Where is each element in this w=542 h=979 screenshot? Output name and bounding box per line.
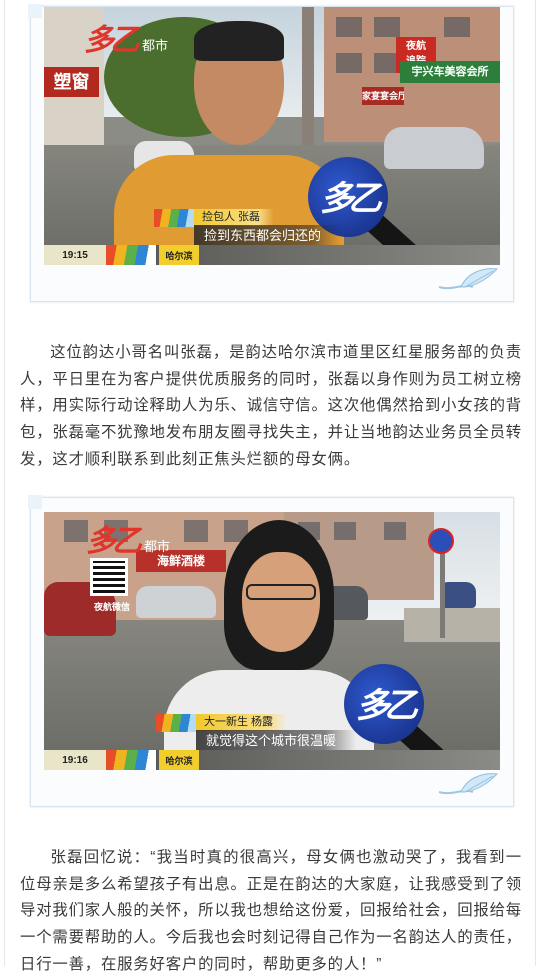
card-corner xyxy=(28,495,42,509)
channel-logo: 多乙 都市 xyxy=(86,516,170,560)
parked-car xyxy=(384,127,484,169)
page-border-left xyxy=(4,0,5,966)
qr-code-icon xyxy=(90,558,128,596)
news-photo-interview-yang-lu: 海鲜酒楼 多乙 都市 夜航微信 多乙 大一新生 杨露 就觉得这个城市很温暖 19:… xyxy=(44,512,500,770)
paragraph-1-text: 这位韵达小哥名叫张磊，是韵达哈尔滨市道里区红星服务部的负责人，平日里在为客户提供… xyxy=(20,344,522,468)
street-sign: 宇兴车美容会所 xyxy=(400,61,500,83)
channel-logo-sub: 都市 xyxy=(144,539,171,554)
card-corner xyxy=(28,4,42,18)
news-photo-interview-zhang-lei: 夜航 追踪 宇兴车美容会所 家宴宴会厅 塑窗 多乙都市 多乙 捡包人 张磊 捡到… xyxy=(44,7,500,265)
ticker-location: 哈尔滨 xyxy=(159,750,199,770)
ticker-stripes xyxy=(106,245,156,265)
paragraph-intro-zhang-lei: 这位韵达小哥名叫张磊，是韵达哈尔滨市道里区红星服务部的负责人，平日里在为客户提供… xyxy=(20,340,522,474)
channel-logo-mark: 多乙 xyxy=(86,524,142,559)
qr-label: 夜航微信 xyxy=(93,602,130,612)
feather-icon xyxy=(438,268,499,290)
caption-stripe-icon xyxy=(156,714,196,732)
page-border-right xyxy=(535,0,536,966)
ticker-time: 19:16 xyxy=(44,750,106,770)
shop-sign: 塑窗 xyxy=(44,67,99,97)
parked-car xyxy=(440,582,476,608)
shop-sign-2: 家宴宴会厅 xyxy=(362,87,404,105)
night-tag-line1: 夜航 xyxy=(406,41,426,52)
caption-quote: 就觉得这个城市很温暖 xyxy=(196,730,357,752)
paragraph-zhang-lei-quote: 张磊回忆说：“我当时真的很高兴，母女俩也激动哭了，我看到一位母亲是多么希望孩子有… xyxy=(20,845,522,979)
sidewalk xyxy=(404,608,500,642)
channel-logo-mark: 多乙 xyxy=(84,23,140,58)
channel-logo-sub: 都市 xyxy=(142,38,169,53)
channel-logo: 多乙 都市 xyxy=(84,15,168,59)
person-hair xyxy=(194,21,284,61)
ticker-time: 19:15 xyxy=(44,245,106,265)
paragraph-2-text: 张磊回忆说：“我当时真的很高兴，母女俩也激动哭了，我看到一位母亲是多么希望孩子有… xyxy=(20,849,522,973)
caption-stripe-icon xyxy=(154,209,194,227)
caption-name: 大一新生 杨露 xyxy=(196,714,288,731)
photo-card-1: 夜航 追踪 宇兴车美容会所 家宴宴会厅 塑窗 多乙都市 多乙 捡包人 张磊 捡到… xyxy=(28,4,514,302)
feather-icon xyxy=(438,773,499,795)
caption-quote: 捡到东西都会归还的 xyxy=(194,225,342,247)
ticker-stripes xyxy=(106,750,156,770)
ticker-location: 哈尔滨 xyxy=(159,245,199,265)
parked-car xyxy=(136,586,216,618)
person-face xyxy=(242,552,320,652)
photo-card-2: 海鲜酒楼 多乙 都市 夜航微信 多乙 大一新生 杨露 就觉得这个城市很温暖 19:… xyxy=(28,495,514,807)
no-parking-sign-icon xyxy=(428,528,454,554)
glasses xyxy=(246,584,316,600)
caption-name: 捡包人 张磊 xyxy=(194,209,275,226)
